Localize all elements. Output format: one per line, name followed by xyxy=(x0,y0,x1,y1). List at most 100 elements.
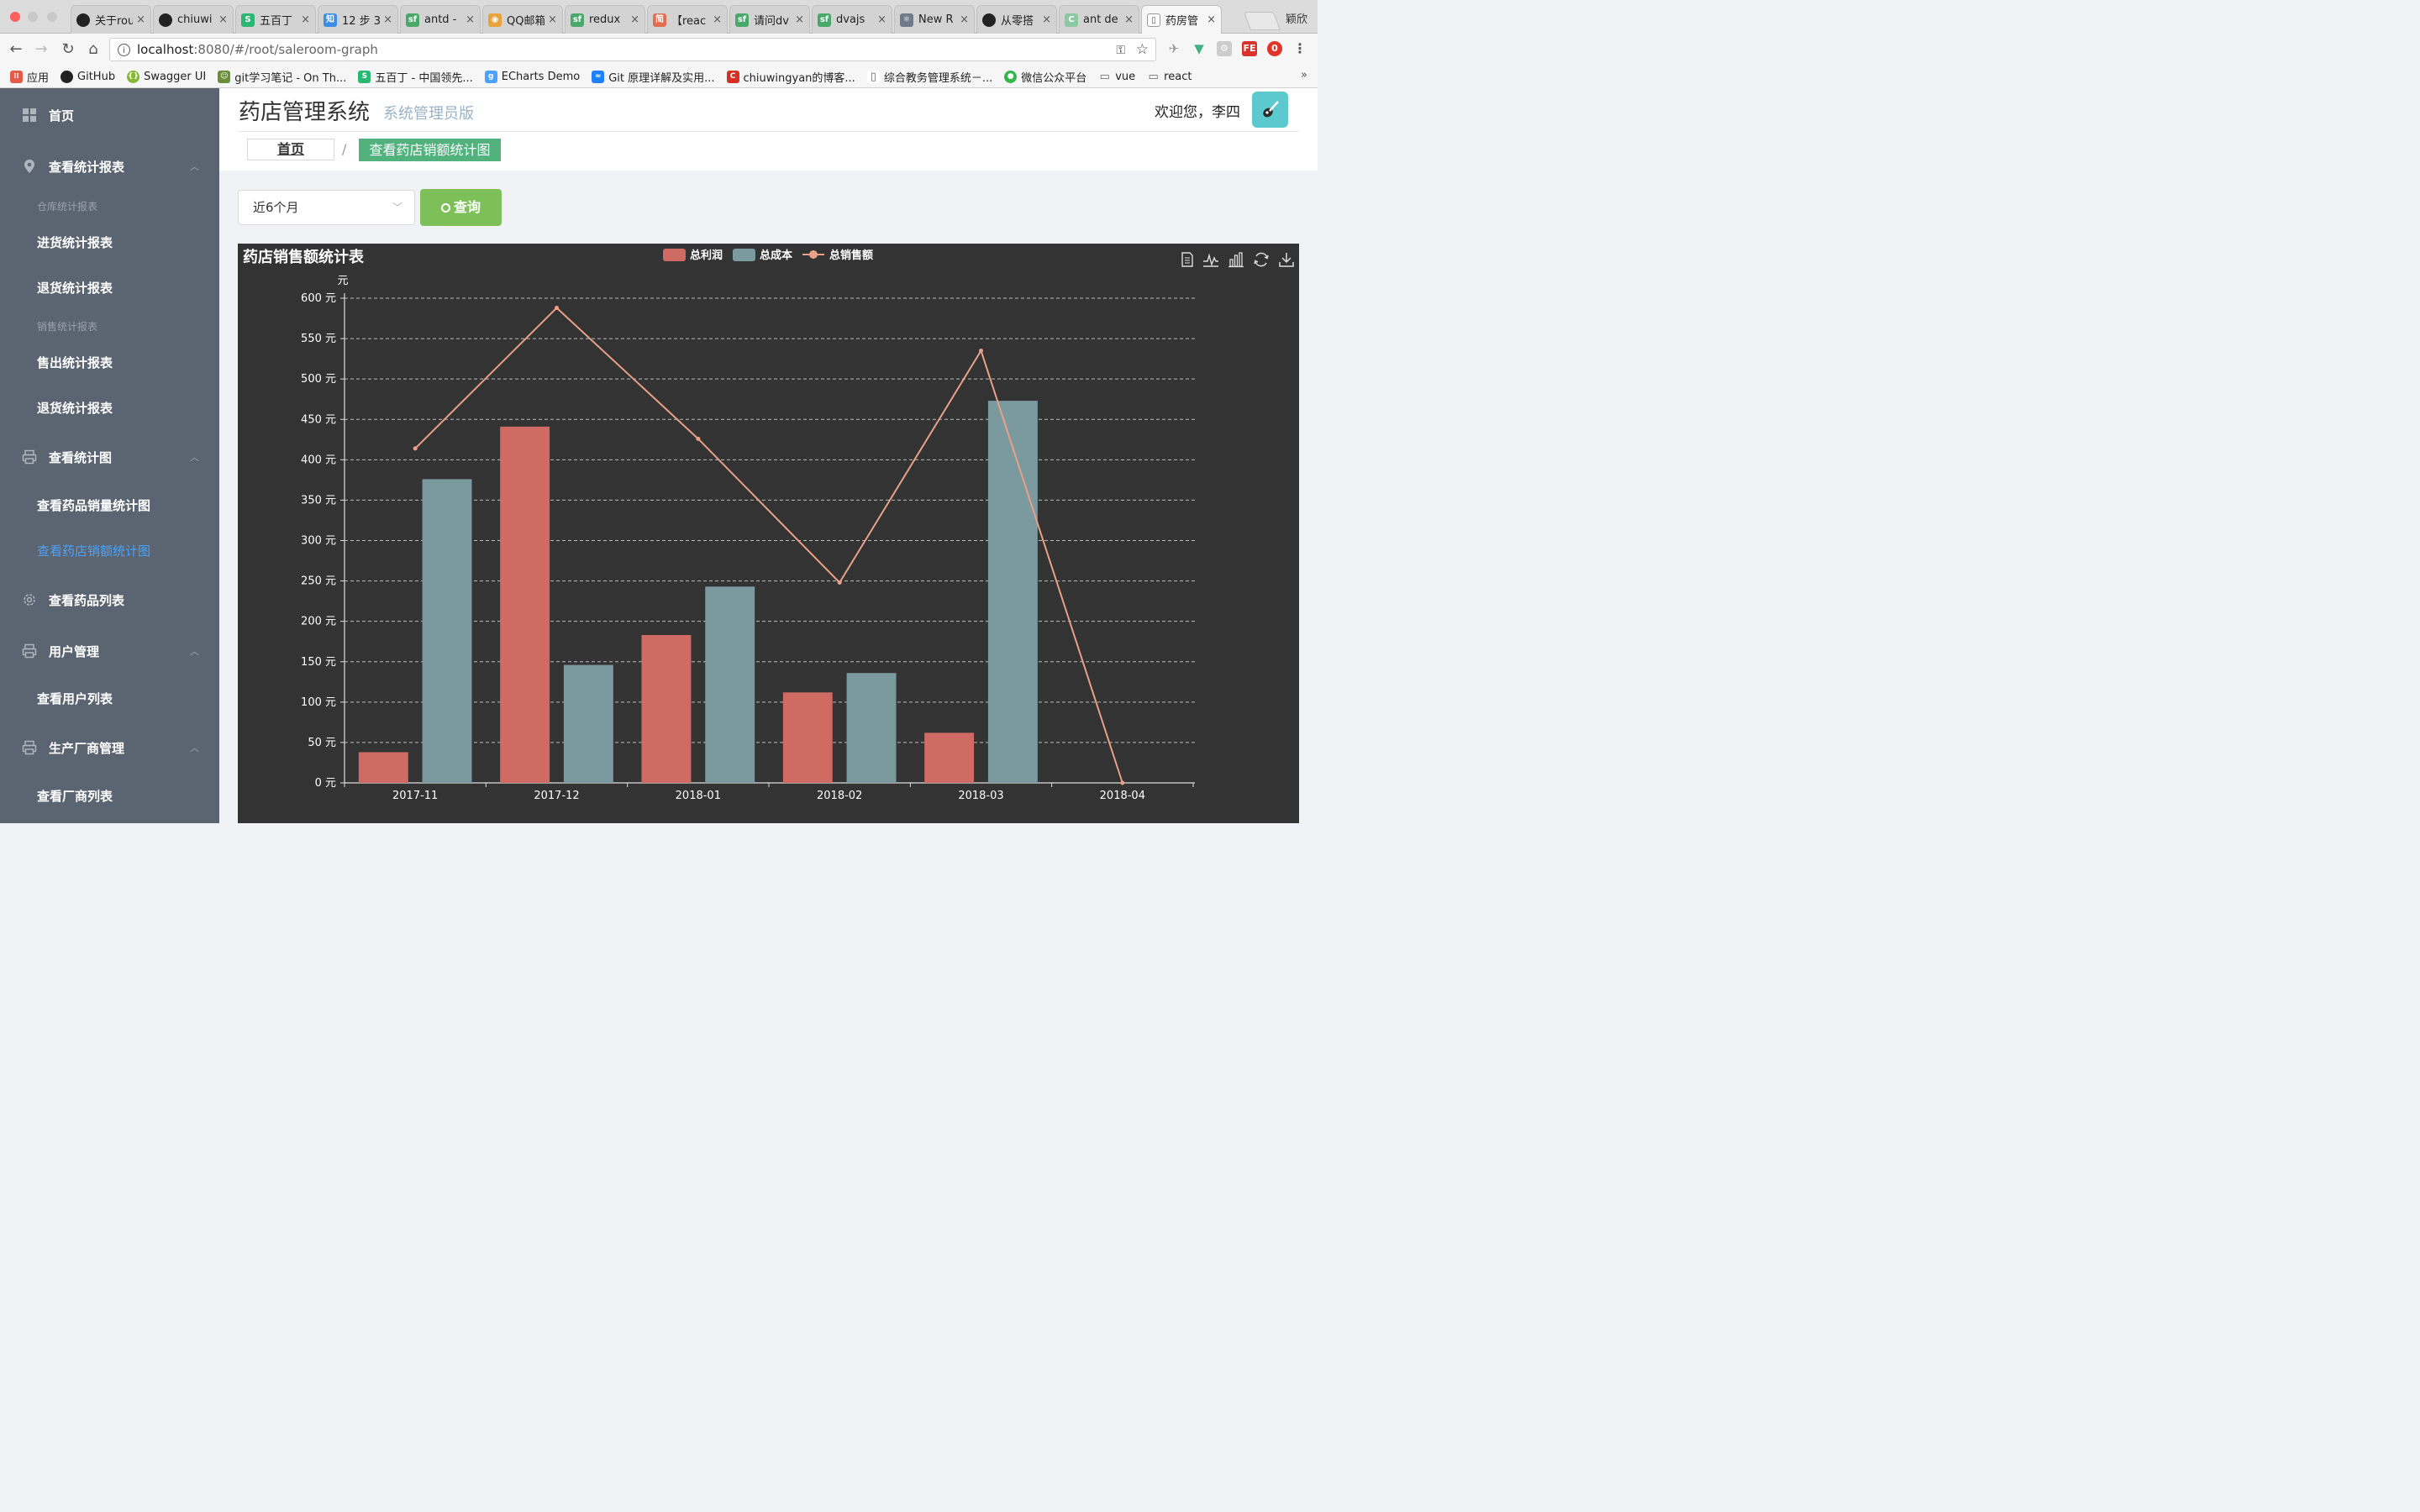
close-icon[interactable]: × xyxy=(1124,13,1134,26)
bar[interactable] xyxy=(358,752,408,783)
bookmark-item[interactable]: ● 微信公众平台 xyxy=(1004,69,1086,85)
bookmark-item[interactable]: ▯ 综合教务管理系统－... xyxy=(866,69,992,85)
maximize-window-button[interactable] xyxy=(47,12,57,22)
bookmarks-more-icon[interactable]: » xyxy=(1301,69,1307,81)
close-window-button[interactable] xyxy=(10,12,20,22)
browser-tab[interactable]: 知 12 步 3 × xyxy=(318,5,398,34)
bar[interactable] xyxy=(846,673,897,783)
browser-menu-icon[interactable]: ⋮ xyxy=(1292,41,1307,56)
sidebar-item-drug-sales-graph[interactable]: 查看药品销量统计图 xyxy=(0,488,219,522)
minimize-window-button[interactable] xyxy=(28,12,38,22)
close-icon[interactable]: × xyxy=(713,13,722,26)
browser-tab[interactable]: sf redux × xyxy=(565,5,645,34)
browser-tab[interactable]: ◉ QQ邮箱 × xyxy=(482,5,563,34)
bar-chart-icon[interactable] xyxy=(1227,250,1245,269)
address-bar[interactable]: i localhost:8080/#/root/saleroom-graph ⚿… xyxy=(109,38,1156,61)
avatar[interactable] xyxy=(1252,92,1288,128)
close-icon[interactable]: × xyxy=(795,13,804,26)
reload-icon[interactable]: ↻ xyxy=(57,39,79,60)
new-tab-button[interactable] xyxy=(1243,12,1281,30)
sidebar-item-home[interactable]: 首页 xyxy=(0,98,219,132)
browser-tab[interactable]: chiuwi × xyxy=(153,5,234,34)
line-point[interactable] xyxy=(979,349,983,354)
bar[interactable] xyxy=(422,479,472,783)
vue-devtools-icon[interactable]: ▼ xyxy=(1192,41,1207,56)
close-icon[interactable]: × xyxy=(466,13,475,26)
line-point[interactable] xyxy=(696,436,701,441)
url-text[interactable]: localhost:8080/#/root/saleroom-graph xyxy=(137,42,378,57)
back-arrow-icon[interactable]: ← xyxy=(5,39,27,60)
bar[interactable] xyxy=(705,586,755,783)
browser-tab[interactable]: sf antd - × xyxy=(400,5,481,34)
sidebar-item-sold-report[interactable]: 售出统计报表 xyxy=(0,345,219,379)
restore-icon[interactable] xyxy=(1252,250,1270,269)
legend-label[interactable]: 总销售额 xyxy=(829,249,873,262)
browser-tab[interactable]: ▯ 药房管 × xyxy=(1141,5,1222,34)
legend-label[interactable]: 总成本 xyxy=(760,249,792,262)
bookmark-item[interactable]: {} Swagger UI xyxy=(127,70,206,83)
browser-tab[interactable]: Cant de × xyxy=(1059,5,1139,34)
sidebar-item-sales-return-report[interactable]: 退货统计报表 xyxy=(0,391,219,424)
bar[interactable] xyxy=(924,732,975,783)
profile-name[interactable]: 颖欣 xyxy=(1286,10,1307,26)
close-icon[interactable]: × xyxy=(960,13,969,26)
sidebar-menu-reports[interactable]: 查看统计报表 ︿ xyxy=(0,150,219,183)
extension-gear-icon[interactable]: ⚙ xyxy=(1217,41,1232,56)
close-icon[interactable]: × xyxy=(877,13,886,26)
bookmark-item[interactable]: Cchiuwingyan的博客... xyxy=(726,69,855,85)
browser-tab[interactable]: sf 请问dv × xyxy=(729,5,810,34)
line-point[interactable] xyxy=(555,306,559,311)
bar[interactable] xyxy=(782,692,833,783)
close-icon[interactable]: × xyxy=(548,13,557,26)
line-chart-icon[interactable] xyxy=(1202,250,1220,269)
bar[interactable] xyxy=(500,426,550,783)
legend-line-dot[interactable] xyxy=(809,250,818,259)
browser-tab[interactable]: sf dvajs × xyxy=(812,5,892,34)
extension-bird-icon[interactable]: ✈ xyxy=(1166,41,1181,56)
time-range-select[interactable]: 近6个月 ﹀ xyxy=(238,190,415,225)
sidebar-item-store-sales-graph[interactable]: 查看药店销额统计图 xyxy=(0,533,219,567)
line-point[interactable] xyxy=(413,446,418,451)
close-icon[interactable]: × xyxy=(1207,13,1216,26)
legend-swatch[interactable] xyxy=(663,249,686,261)
bar[interactable] xyxy=(563,664,613,783)
breadcrumb-current[interactable]: 查看药店销额统计图 xyxy=(359,139,501,161)
home-icon[interactable]: ⌂ xyxy=(82,39,104,60)
sidebar-menu-users[interactable]: 用户管理 ︿ xyxy=(0,634,219,668)
bookmark-item[interactable]: S 五百丁 - 中国领先... xyxy=(358,69,473,85)
browser-tab[interactable]: 从零搭 × xyxy=(976,5,1057,34)
sidebar-menu-graphs[interactable]: 查看统计图 ︿ xyxy=(0,440,219,474)
extension-fe-icon[interactable]: FE xyxy=(1242,41,1257,56)
extension-shield-icon[interactable]: 0 xyxy=(1267,41,1282,56)
sidebar-item-user-list[interactable]: 查看用户列表 xyxy=(0,681,219,715)
close-icon[interactable]: × xyxy=(301,13,310,26)
close-icon[interactable]: × xyxy=(218,13,228,26)
legend-swatch[interactable] xyxy=(733,249,755,261)
browser-tab[interactable]: 简【reac × xyxy=(647,5,728,34)
bookmark-item[interactable]: GitHub xyxy=(60,70,115,83)
browser-tab[interactable]: ⚛ New R × xyxy=(894,5,975,34)
browser-tab[interactable]: S 五百丁 × xyxy=(235,5,316,34)
download-icon[interactable] xyxy=(1277,250,1296,269)
data-view-icon[interactable] xyxy=(1178,250,1197,269)
sidebar-item-drug-list[interactable]: 查看药品列表 xyxy=(0,583,219,617)
line-point[interactable] xyxy=(1120,780,1125,785)
bookmark-item[interactable]: ≈ Git 原理详解及实用... xyxy=(592,69,715,85)
query-button[interactable]: 查询 xyxy=(420,189,502,226)
bookmark-star-icon[interactable]: ☆ xyxy=(1136,41,1149,58)
close-icon[interactable]: × xyxy=(136,13,145,26)
bookmark-item[interactable]: ▭ react xyxy=(1147,70,1192,83)
bar[interactable] xyxy=(641,635,692,783)
forward-arrow-icon[interactable]: → xyxy=(30,39,52,60)
sidebar-menu-vendors[interactable]: 生产厂商管理 ︿ xyxy=(0,731,219,764)
key-icon[interactable]: ⚿ xyxy=(1116,44,1125,57)
bookmark-item[interactable]: ☺ git学习笔记 - On Th... xyxy=(218,69,346,85)
bookmark-item[interactable]: ▭ vue xyxy=(1098,70,1135,83)
info-icon[interactable]: i xyxy=(118,43,130,56)
bookmark-item[interactable]: g ECharts Demo xyxy=(484,70,580,83)
breadcrumb-home-link[interactable]: 首页 xyxy=(247,139,334,160)
close-icon[interactable]: × xyxy=(630,13,639,26)
close-icon[interactable]: × xyxy=(383,13,392,26)
bar[interactable] xyxy=(987,401,1038,783)
sidebar-item-vendor-list[interactable]: 查看厂商列表 xyxy=(0,779,219,812)
